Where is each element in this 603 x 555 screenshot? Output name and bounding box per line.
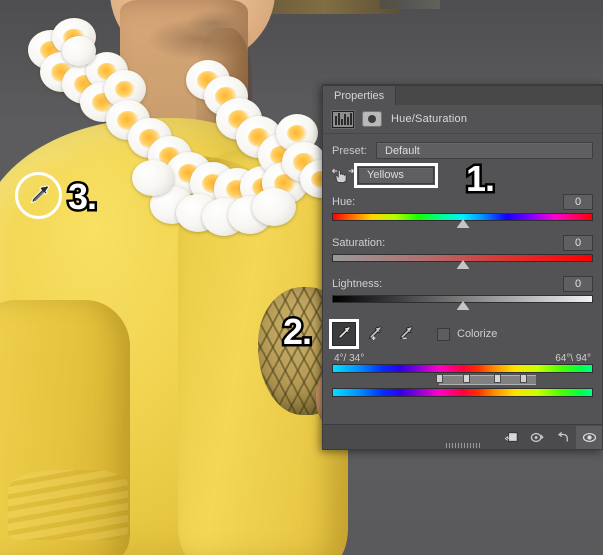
callout-marker-2: 2.: [280, 309, 314, 355]
saturation-track-wrap[interactable]: [332, 254, 593, 269]
panel-tab-bar: Properties: [323, 85, 602, 105]
lightness-value-input[interactable]: 0: [563, 275, 593, 292]
hue-slider-block: Hue: 0: [332, 193, 593, 228]
color-spectrum-bottom: [332, 388, 593, 397]
preset-row: Preset: Default: [332, 142, 593, 159]
tools-row: Colorize: [329, 319, 593, 349]
preset-label: Preset:: [332, 144, 367, 157]
panel-body: Preset: Default Yellows Hue: 0 Saturatio…: [323, 134, 602, 397]
hue-label: Hue:: [332, 195, 356, 208]
tab-empty[interactable]: [396, 86, 602, 105]
color-range-left-degrees: 4°/ 34°: [334, 353, 365, 364]
range-start-handle[interactable]: [462, 374, 470, 383]
view-previous-state-icon[interactable]: [524, 426, 550, 449]
hue-saturation-icon: [332, 110, 354, 128]
lightness-label: Lightness:: [332, 277, 383, 290]
clip-to-layer-icon[interactable]: [498, 426, 524, 449]
eyedropper-icon[interactable]: [329, 319, 359, 349]
eyedropper-minus-icon[interactable]: [394, 322, 418, 346]
range-fall-off-end-handle[interactable]: [519, 374, 527, 383]
callout-marker-3: 3.: [65, 174, 99, 220]
colorize-checkbox[interactable]: [437, 327, 450, 341]
colorize-label: Colorize: [457, 328, 498, 340]
on-image-adjust-hand-icon[interactable]: [331, 166, 355, 184]
properties-panel: Properties Hue/Saturation Preset: Defaul…: [322, 84, 603, 450]
saturation-label: Saturation:: [332, 236, 386, 249]
eyedropper-cursor: [25, 182, 53, 210]
saturation-slider-head: Saturation: 0: [332, 234, 593, 251]
eyedropper-focus-highlight: [329, 319, 359, 349]
lightness-track-wrap[interactable]: [332, 295, 593, 310]
range-fall-off-start-handle[interactable]: [436, 374, 444, 383]
layer-mask-icon[interactable]: [362, 111, 382, 127]
panel-title-row: Hue/Saturation: [323, 105, 602, 134]
color-range-handles[interactable]: [332, 374, 593, 385]
color-range-row: Yellows: [331, 162, 593, 188]
color-range-degrees-row: 4°/ 34° 64°\ 94°: [332, 353, 593, 364]
color-range-select[interactable]: Yellows: [358, 166, 434, 184]
reset-icon[interactable]: [550, 426, 576, 449]
callout-marker-1: 1.: [463, 156, 497, 202]
panel-bottom-bar: [323, 424, 602, 449]
hue-value-input[interactable]: 0: [563, 193, 593, 210]
toggle-visibility-eye-icon[interactable]: [576, 425, 602, 449]
adjustment-title: Hue/Saturation: [391, 113, 468, 125]
color-range-select-wrap: Yellows: [354, 162, 438, 188]
tab-properties[interactable]: Properties: [323, 86, 397, 105]
lightness-slider-head: Lightness: 0: [332, 275, 593, 292]
lightness-slider-block: Lightness: 0: [332, 275, 593, 310]
eyedropper-plus-icon[interactable]: [363, 322, 387, 346]
saturation-slider-block: Saturation: 0: [332, 234, 593, 269]
hue-track-wrap[interactable]: [332, 213, 593, 228]
saturation-value-input[interactable]: 0: [563, 234, 593, 251]
preset-select[interactable]: Default: [376, 142, 593, 159]
range-end-handle[interactable]: [493, 374, 501, 383]
resize-grip[interactable]: [445, 443, 480, 448]
color-range-right-degrees: 64°\ 94°: [555, 353, 591, 364]
hue-slider-head: Hue: 0: [332, 193, 593, 210]
color-spectrum-top: [332, 364, 593, 373]
